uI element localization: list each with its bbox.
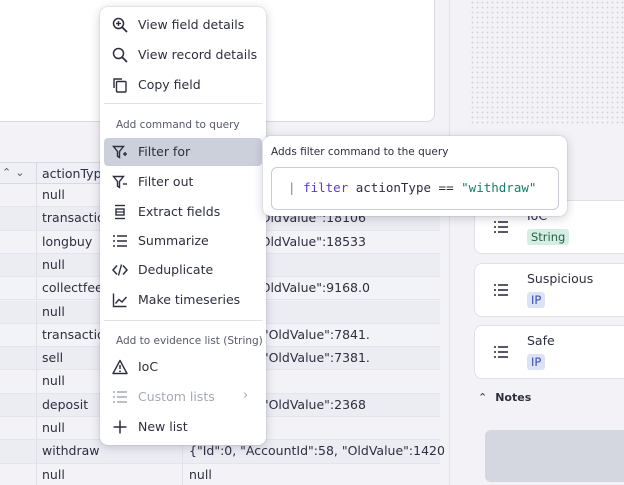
menu-item-copy-field[interactable]: Copy field <box>104 71 262 99</box>
warning-icon <box>112 359 128 375</box>
menu-item-label: View record details <box>138 47 258 62</box>
notes-textarea[interactable] <box>485 430 624 482</box>
cell-record[interactable]: null <box>189 467 212 482</box>
menu-item-label: Filter for <box>138 144 191 159</box>
column-divider <box>182 463 183 485</box>
menu-item-filter-for[interactable]: Filter for <box>104 138 262 166</box>
query-preview: | filter actionType == "withdraw" <box>271 167 559 210</box>
filter-plus-icon <box>112 145 127 159</box>
list-icon <box>113 235 127 247</box>
cell-actiontype[interactable]: null <box>42 467 65 482</box>
menu-item-view-record-details[interactable]: View record details <box>104 41 262 69</box>
code-pipe: | <box>288 180 296 195</box>
menu-item-ioc[interactable]: IoC <box>104 353 262 381</box>
list-title: Suspicious <box>527 271 594 286</box>
extract-icon <box>115 204 125 220</box>
column-divider <box>36 253 37 277</box>
column-divider <box>36 370 37 393</box>
context-menu: View field details View record details C… <box>100 7 266 445</box>
cell-actiontype[interactable]: null <box>42 304 65 319</box>
notes-toggle[interactable]: ⌃ Notes <box>478 391 531 404</box>
menu-item-label: Summarize <box>138 233 209 248</box>
evidence-list-suspicious[interactable]: Suspicious IP <box>474 263 624 317</box>
cell-actiontype[interactable]: null <box>42 257 65 272</box>
plus-icon <box>113 420 127 434</box>
code-field: actionType <box>355 180 432 195</box>
menu-item-new-list[interactable]: New list <box>104 413 262 441</box>
chevron-right-icon: › <box>243 388 249 403</box>
chevron-up-icon: ⌃ <box>478 391 488 404</box>
menu-divider <box>104 320 262 321</box>
list-icon <box>113 391 127 403</box>
filter-minus-icon <box>112 175 127 189</box>
column-divider[interactable] <box>36 163 37 185</box>
right-panel-canvas <box>470 0 624 125</box>
code-value: "withdraw" <box>461 180 537 195</box>
filter-tooltip: Adds filter command to the query | filte… <box>263 136 567 216</box>
menu-item-label: New list <box>138 419 188 434</box>
cell-actiontype[interactable]: null <box>42 420 65 435</box>
chart-line-icon <box>112 293 128 308</box>
menu-item-deduplicate[interactable]: Deduplicate <box>104 256 262 284</box>
cell-actiontype[interactable]: withdraw <box>42 443 99 458</box>
menu-item-label: Make timeseries <box>138 292 241 307</box>
type-badge: IP <box>527 354 546 370</box>
menu-item-label: Extract fields <box>138 204 221 219</box>
menu-item-label: Deduplicate <box>138 262 214 277</box>
sort-chevron-icon[interactable]: ⌃⌄ <box>2 166 28 179</box>
menu-item-label: Copy field <box>138 77 201 92</box>
menu-item-filter-out[interactable]: Filter out <box>104 168 262 196</box>
column-divider <box>36 417 37 440</box>
panel-divider[interactable] <box>449 0 450 485</box>
cell-actiontype[interactable]: null <box>42 187 65 202</box>
menu-item-extract-fields[interactable]: Extract fields <box>104 198 262 226</box>
section-label-evidence: Add to evidence list (String) <box>116 335 263 347</box>
cell-record[interactable]: {"Id":0, "AccountId":58, "OldValue":1420 <box>189 443 445 458</box>
type-badge: IP <box>527 292 546 308</box>
code-keyword: filter <box>303 180 349 195</box>
menu-item-view-field-details[interactable]: View field details <box>104 11 262 39</box>
column-divider <box>36 393 37 416</box>
list-title: Safe <box>527 333 555 348</box>
column-divider <box>36 347 37 370</box>
code-operator: == <box>438 180 454 195</box>
column-divider <box>36 230 37 253</box>
code-icon <box>112 264 128 276</box>
cell-actiontype[interactable]: deposit <box>42 397 88 412</box>
menu-divider <box>104 103 262 104</box>
query-code: | filter actionType == "withdraw" <box>288 180 536 195</box>
cell-actiontype[interactable]: collectfee <box>42 280 103 295</box>
list-icon <box>494 284 508 296</box>
screen: ⌃⌄ actionType null transaction ountId":9, … <box>0 0 624 485</box>
cell-actiontype[interactable]: longbuy <box>42 234 92 249</box>
search-icon <box>112 47 128 63</box>
cell-actiontype[interactable]: null <box>42 373 65 388</box>
table-row[interactable]: null null <box>0 463 440 485</box>
menu-item-label: View field details <box>138 17 245 32</box>
column-divider <box>36 440 37 463</box>
column-divider <box>36 207 37 230</box>
menu-item-label: Filter out <box>138 174 194 189</box>
list-icon <box>494 346 508 358</box>
column-divider <box>36 184 37 207</box>
column-divider <box>36 323 37 347</box>
zoom-in-icon <box>112 17 128 33</box>
menu-item-label: IoC <box>138 359 159 374</box>
section-label-query: Add command to query <box>116 119 240 131</box>
list-icon <box>494 221 508 233</box>
menu-item-summarize[interactable]: Summarize <box>104 227 262 255</box>
tooltip-title: Adds filter command to the query <box>271 146 449 158</box>
menu-item-custom-lists[interactable]: Custom lists › <box>104 383 262 411</box>
notes-label: Notes <box>495 391 532 404</box>
column-divider <box>36 463 37 485</box>
type-badge: String <box>527 229 570 245</box>
evidence-list-safe[interactable]: Safe IP <box>474 325 624 379</box>
column-divider <box>36 277 37 300</box>
copy-icon <box>113 78 127 93</box>
menu-item-make-timeseries[interactable]: Make timeseries <box>104 286 262 314</box>
column-divider <box>36 300 37 323</box>
menu-item-label: Custom lists <box>138 389 215 404</box>
cell-actiontype[interactable]: sell <box>42 350 63 365</box>
